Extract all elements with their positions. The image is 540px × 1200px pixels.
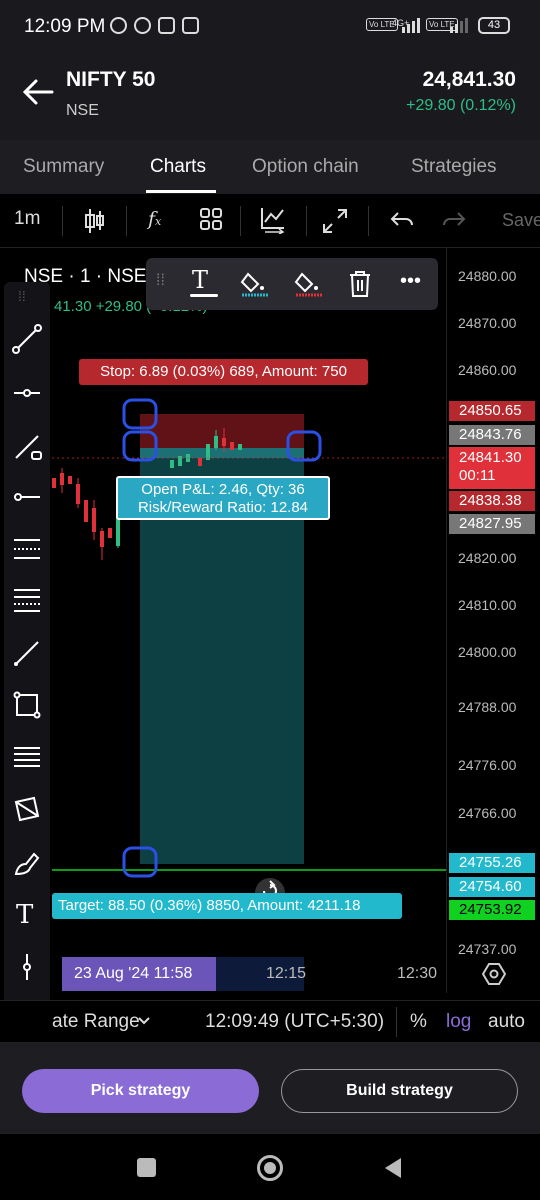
pnl-label: Open P&L: 2.46, Qty: 36 Risk/Reward Rati…: [116, 476, 330, 520]
recents-icon[interactable]: [137, 1158, 156, 1177]
chevron-down-icon: [138, 1017, 150, 1025]
home-icon[interactable]: [257, 1155, 283, 1181]
tab-charts[interactable]: Charts: [150, 156, 206, 178]
clock-label: 12:09:49 (UTC+5:30): [205, 1011, 385, 1032]
y-tick: 24800.00: [458, 644, 517, 660]
status-time: 12:09 PM: [24, 16, 106, 37]
time-tick: 12:15: [266, 965, 307, 982]
pick-strategy-button[interactable]: Pick strategy: [22, 1069, 259, 1113]
fullscreen-icon[interactable]: [322, 208, 348, 234]
templates-icon[interactable]: [200, 208, 222, 230]
active-tab-indicator: [146, 190, 216, 193]
price-badge: 24838.38: [449, 491, 535, 511]
gann-fan-icon[interactable]: [12, 742, 42, 772]
y-tick: 24870.00: [458, 315, 517, 331]
alarm-icon: [110, 17, 127, 34]
delete-icon[interactable]: [348, 270, 372, 298]
y-tick: 24860.00: [458, 362, 517, 378]
price-badge: 24755.26: [449, 853, 535, 873]
drag-handle-icon[interactable]: ⁞⁞: [156, 272, 165, 290]
tab-strategies[interactable]: Strategies: [411, 156, 497, 178]
fib-retracement-icon[interactable]: [12, 584, 42, 614]
drawing-tools-sidebar: ⁞⁞ T: [4, 282, 50, 1030]
price-badge: 24754.60: [449, 877, 535, 897]
tab-summary[interactable]: Summary: [23, 156, 104, 178]
vertical-line-icon[interactable]: [12, 952, 42, 982]
current-price-badge: 24841.30 00:11: [449, 447, 535, 489]
back-arrow-icon[interactable]: [22, 78, 54, 106]
save-button[interactable]: Save: [502, 210, 540, 236]
undo-icon[interactable]: [390, 210, 414, 230]
drawing-floating-toolbar: ⁞⁞ T •••: [146, 258, 438, 310]
y-tick: 24810.00: [458, 597, 517, 613]
chat-icon: [158, 17, 175, 34]
indicators-icon[interactable]: fx: [148, 208, 161, 234]
selected-time-label: 23 Aug '24 11:58: [62, 957, 216, 991]
stop-label: Stop: 6.89 (0.03%) 689, Amount: 750: [79, 359, 368, 385]
pattern-icon[interactable]: [12, 794, 42, 824]
candlestick-icon[interactable]: [84, 208, 106, 234]
text-icon[interactable]: T: [16, 900, 33, 930]
redo-icon[interactable]: [442, 210, 466, 230]
ray-icon[interactable]: [12, 432, 42, 462]
trend-line-icon[interactable]: [12, 324, 42, 354]
y-tick: 24776.00: [458, 757, 517, 773]
chart-toolbar: 1m fx Save: [0, 194, 540, 248]
back-nav-icon[interactable]: [383, 1156, 403, 1180]
current-price: 24841.30: [459, 449, 522, 466]
risk-reward-line: Risk/Reward Ratio: 12.84: [137, 499, 309, 516]
horizontal-line-icon[interactable]: [12, 482, 42, 512]
auto-toggle[interactable]: auto: [488, 1011, 525, 1033]
build-strategy-button[interactable]: Build strategy: [281, 1069, 518, 1113]
status-bar: 12:09 PM Vo LTE 4G+ Vo LTE 43: [0, 0, 540, 56]
y-tick: 24788.00: [458, 699, 517, 715]
y-tick: 24766.00: [458, 805, 517, 821]
whatsapp-icon: [134, 17, 151, 34]
signal-icon-2: [450, 18, 468, 33]
y-tick: 24737.00: [458, 941, 517, 957]
parallel-channel-icon[interactable]: [12, 534, 42, 564]
fill-color-icon[interactable]: [240, 268, 270, 298]
border-color-icon[interactable]: [294, 268, 324, 298]
y-tick: 24880.00: [458, 268, 517, 284]
percent-toggle[interactable]: %: [410, 1011, 427, 1033]
price-badge: 24843.76: [449, 425, 535, 445]
candle-timer: 00:11: [459, 467, 496, 484]
brush-icon[interactable]: [12, 848, 42, 878]
price-badge: 24753.92: [449, 900, 535, 920]
target-label: Target: 88.50 (0.36%) 8850, Amount: 4211…: [52, 893, 402, 919]
price-badge: 24850.65: [449, 401, 535, 421]
message-icon: [182, 17, 199, 34]
rectangle-icon[interactable]: [12, 690, 42, 720]
date-range-dropdown[interactable]: ate Range: [52, 1011, 140, 1033]
interval-button[interactable]: 1m: [14, 208, 40, 234]
text-tool-icon[interactable]: T: [192, 266, 208, 294]
sidebar-drag-icon[interactable]: ⁞⁞: [18, 288, 26, 304]
instrument-title: NIFTY 50: [66, 68, 156, 91]
tab-option-chain[interactable]: Option chain: [252, 156, 359, 178]
chart-footer: ate Range 12:09:49 (UTC+5:30) % log auto: [0, 1000, 540, 1042]
strategy-action-bar: Pick strategy Build strategy: [0, 1042, 540, 1134]
candles: [52, 468, 120, 560]
tab-bar: Summary Charts Option chain Strategies: [0, 140, 540, 194]
battery-icon: 43: [478, 17, 510, 34]
horizontal-ray-icon[interactable]: [12, 378, 42, 408]
last-price: 24,841.30: [422, 68, 516, 91]
exchange-label: NSE: [66, 102, 99, 119]
line-segment-icon[interactable]: [12, 638, 42, 668]
price-change: +29.80 (0.12%): [406, 97, 516, 114]
system-nav-bar: [0, 1134, 540, 1200]
y-tick: 24820.00: [458, 550, 517, 566]
more-options-icon[interactable]: •••: [400, 270, 421, 293]
compare-icon[interactable]: [260, 206, 286, 234]
settings-icon[interactable]: [482, 962, 506, 986]
price-badge: 24827.95: [449, 514, 535, 534]
pnl-line: Open P&L: 2.46, Qty: 36: [141, 481, 305, 498]
instrument-header: NIFTY 50 NSE 24,841.30 +29.80 (0.12%): [0, 56, 540, 140]
time-tick: 12:30: [397, 965, 438, 982]
signal-icon: [402, 18, 420, 33]
log-toggle[interactable]: log: [446, 1011, 471, 1033]
